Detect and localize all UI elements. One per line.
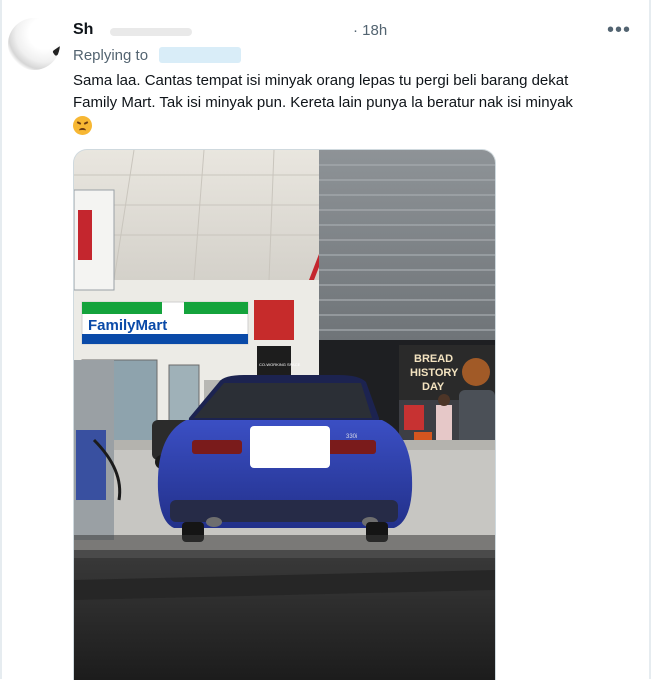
poster-word-1: BREAD [414, 353, 453, 365]
tweet-text-line-1: Sama laa. Cantas tempat isi minyak orang… [73, 72, 569, 89]
angry-face-icon [73, 116, 92, 135]
replying-to-label: Replying to [73, 47, 149, 64]
tweet-header: Sh · 18h ••• [73, 19, 631, 43]
more-options-icon[interactable]: ••• [607, 19, 631, 42]
author-name-redaction [110, 28, 192, 36]
poster-word-3: DAY [422, 381, 445, 393]
familymart-sign-text: FamilyMart [88, 317, 167, 334]
author-name[interactable]: Sh [73, 21, 93, 39]
replying-to-handle-redacted[interactable] [159, 47, 241, 63]
tweet-photo[interactable]: FamilyMart CO-WORKING SPACE BREAD HISTOR… [73, 149, 496, 680]
coworking-sign-text: CO-WORKING SPACE [259, 362, 301, 367]
author-avatar[interactable] [8, 18, 60, 70]
car-badge-text: 330i [346, 434, 357, 440]
avatar-mark [52, 45, 60, 57]
poster-word-2: HISTORY [410, 367, 459, 379]
tweet-timestamp[interactable]: · 18h [353, 22, 387, 39]
tweet-text: Sama laa. Cantas tempat isi minyak orang… [73, 70, 633, 138]
tweet-text-line-2: Family Mart. Tak isi minyak pun. Kereta … [73, 94, 573, 111]
timeline-border-left [0, 0, 2, 679]
